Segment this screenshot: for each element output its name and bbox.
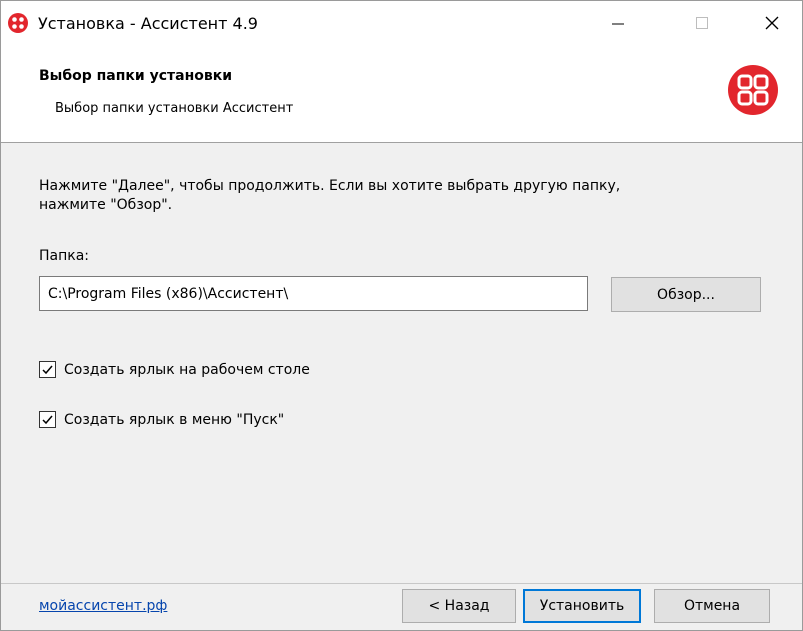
folder-path-input[interactable]: [39, 276, 588, 311]
wizard-content: Нажмите "Далее", чтобы продолжить. Если …: [1, 143, 802, 583]
folder-label: Папка:: [39, 248, 90, 264]
checkmark-icon: [42, 415, 53, 425]
instruction-text: Нажмите "Далее", чтобы продолжить. Если …: [39, 178, 621, 213]
app-icon: [8, 13, 28, 33]
cancel-button[interactable]: Отмена: [654, 589, 770, 623]
title-bar[interactable]: Установка - Ассистент 4.9: [1, 1, 802, 45]
website-link[interactable]: мойассистент.рф: [39, 598, 167, 614]
maximize-button[interactable]: [673, 1, 731, 45]
wizard-footer: мойассистент.рф < Назад Установить Отмен…: [1, 583, 802, 631]
wizard-header: Выбор папки установки Выбор папки устано…: [1, 45, 802, 143]
window-title: Установка - Ассистент 4.9: [38, 14, 258, 33]
page-subtitle: Выбор папки установки Ассистент: [55, 101, 294, 116]
assistant-logo-icon: [728, 65, 778, 115]
page-title: Выбор папки установки: [39, 68, 233, 84]
maximize-icon: [696, 17, 708, 29]
start-menu-shortcut-label: Создать ярлык в меню "Пуск": [64, 411, 285, 428]
installer-window: Установка - Ассистент 4.9 Выбор папки ус…: [0, 0, 803, 631]
minimize-icon: [612, 23, 624, 25]
install-button[interactable]: Установить: [523, 589, 641, 623]
start-menu-shortcut-checkbox[interactable]: [39, 411, 56, 428]
back-button[interactable]: < Назад: [402, 589, 516, 623]
start-menu-shortcut-checkbox-row[interactable]: Создать ярлык в меню "Пуск": [39, 411, 284, 428]
close-icon: [765, 16, 779, 30]
browse-button[interactable]: Обзор...: [611, 277, 761, 312]
desktop-shortcut-checkbox-row[interactable]: Создать ярлык на рабочем столе: [39, 361, 310, 378]
desktop-shortcut-label: Создать ярлык на рабочем столе: [64, 361, 310, 378]
checkmark-icon: [42, 365, 53, 375]
close-button[interactable]: [743, 1, 801, 45]
minimize-button[interactable]: [589, 1, 647, 45]
desktop-shortcut-checkbox[interactable]: [39, 361, 56, 378]
